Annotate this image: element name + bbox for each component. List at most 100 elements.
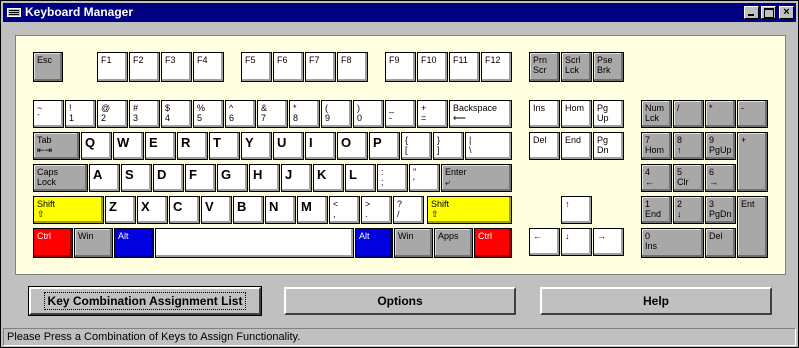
key-capslock[interactable]: Caps Lock bbox=[33, 164, 88, 192]
key-scrllck[interactable]: Scrl Lck bbox=[561, 52, 592, 82]
key-minus[interactable]: _ - bbox=[385, 100, 416, 128]
key-right-shift[interactable]: Shift ⇧ bbox=[427, 196, 512, 224]
key-numpad-5[interactable]: 5 Clr bbox=[673, 164, 704, 192]
key-r[interactable]: R bbox=[177, 132, 208, 160]
key-enter[interactable]: Enter ⤶ bbox=[441, 164, 512, 192]
key-arrow-up[interactable]: ↑ bbox=[561, 196, 592, 224]
key-right-alt[interactable]: Alt bbox=[355, 228, 393, 258]
key-slash[interactable]: ? / bbox=[393, 196, 424, 224]
key-3[interactable]: # 3 bbox=[129, 100, 160, 128]
key-numpad-6[interactable]: 6 → bbox=[705, 164, 736, 192]
key-d[interactable]: D bbox=[153, 164, 184, 192]
key-combination-assignment-list-button[interactable]: Key Combination Assignment List bbox=[28, 286, 262, 316]
maximize-button[interactable] bbox=[761, 6, 776, 19]
key-s[interactable]: S bbox=[121, 164, 152, 192]
key-backspace[interactable]: Backspace ⟵ bbox=[449, 100, 512, 128]
key-left-alt[interactable]: Alt bbox=[114, 228, 154, 258]
key-j[interactable]: J bbox=[281, 164, 312, 192]
key-0[interactable]: ) 0 bbox=[353, 100, 384, 128]
key-f12[interactable]: F12 bbox=[481, 52, 512, 82]
key-space[interactable] bbox=[155, 228, 354, 258]
key-f9[interactable]: F9 bbox=[385, 52, 416, 82]
key-backslash[interactable]: | \ bbox=[465, 132, 512, 160]
key-tilde[interactable]: ~ ` bbox=[33, 100, 64, 128]
key-end[interactable]: End bbox=[561, 132, 592, 160]
key-period[interactable]: > . bbox=[361, 196, 392, 224]
options-button[interactable]: Options bbox=[284, 287, 516, 315]
key-apps[interactable]: Apps bbox=[434, 228, 473, 258]
key-prnscr[interactable]: Prn Scr bbox=[529, 52, 560, 82]
minimize-button[interactable] bbox=[744, 6, 759, 19]
key-o[interactable]: O bbox=[337, 132, 368, 160]
key-9[interactable]: ( 9 bbox=[321, 100, 352, 128]
key-f7[interactable]: F7 bbox=[305, 52, 336, 82]
key-x[interactable]: X bbox=[137, 196, 168, 224]
key-numpad-8[interactable]: 8 ↑ bbox=[673, 132, 704, 160]
key-num-lock[interactable]: Num Lck bbox=[641, 100, 672, 128]
key-6[interactable]: ^ 6 bbox=[225, 100, 256, 128]
key-numpad-4[interactable]: 4 ← bbox=[641, 164, 672, 192]
key-1[interactable]: ! 1 bbox=[65, 100, 96, 128]
close-button[interactable]: × bbox=[779, 6, 794, 19]
key-numpad-2[interactable]: 2 ↓ bbox=[673, 196, 704, 224]
key-q[interactable]: Q bbox=[81, 132, 112, 160]
key-l[interactable]: L bbox=[345, 164, 376, 192]
key-y[interactable]: Y bbox=[241, 132, 272, 160]
key-f1[interactable]: F1 bbox=[97, 52, 128, 82]
key-page-up[interactable]: Pg Up bbox=[593, 100, 624, 128]
key-b[interactable]: B bbox=[233, 196, 264, 224]
key-f8[interactable]: F8 bbox=[337, 52, 368, 82]
key-page-down[interactable]: Pg Dn bbox=[593, 132, 624, 160]
key-4[interactable]: $ 4 bbox=[161, 100, 192, 128]
key-numpad-delete[interactable]: Del bbox=[705, 228, 736, 258]
key-left-shift[interactable]: Shift ⇧ bbox=[33, 196, 104, 224]
key-7[interactable]: & 7 bbox=[257, 100, 288, 128]
key-a[interactable]: A bbox=[89, 164, 120, 192]
key-h[interactable]: H bbox=[249, 164, 280, 192]
key-numpad-0[interactable]: 0 Ins bbox=[641, 228, 704, 258]
key-f11[interactable]: F11 bbox=[449, 52, 480, 82]
key-f5[interactable]: F5 bbox=[241, 52, 272, 82]
key-f6[interactable]: F6 bbox=[273, 52, 304, 82]
key-e[interactable]: E bbox=[145, 132, 176, 160]
key-w[interactable]: W bbox=[113, 132, 144, 160]
key-arrow-left[interactable]: ← bbox=[529, 228, 560, 256]
key-g[interactable]: G bbox=[217, 164, 248, 192]
key-left-win[interactable]: Win bbox=[74, 228, 113, 258]
key-v[interactable]: V bbox=[201, 196, 232, 224]
key-equals[interactable]: + = bbox=[417, 100, 448, 128]
key-numpad-multiply[interactable]: * bbox=[705, 100, 736, 128]
key-insert[interactable]: Ins bbox=[529, 100, 560, 128]
key-c[interactable]: C bbox=[169, 196, 200, 224]
key-quote[interactable]: " ' bbox=[409, 164, 440, 192]
key-k[interactable]: K bbox=[313, 164, 344, 192]
key-semicolon[interactable]: : ; bbox=[377, 164, 408, 192]
key-delete[interactable]: Del bbox=[529, 132, 560, 160]
title-bar[interactable]: Keyboard Manager × bbox=[3, 3, 796, 22]
key-numpad-plus[interactable]: + bbox=[737, 132, 768, 192]
key-u[interactable]: U bbox=[273, 132, 304, 160]
key-f4[interactable]: F4 bbox=[193, 52, 224, 82]
key-arrow-right[interactable]: → bbox=[593, 228, 624, 256]
key-5[interactable]: % 5 bbox=[193, 100, 224, 128]
key-2[interactable]: @ 2 bbox=[97, 100, 128, 128]
key-esc[interactable]: Esc bbox=[33, 52, 63, 82]
key-comma[interactable]: < , bbox=[329, 196, 360, 224]
key-numpad-divide[interactable]: / bbox=[673, 100, 704, 128]
key-n[interactable]: N bbox=[265, 196, 296, 224]
key-f3[interactable]: F3 bbox=[161, 52, 192, 82]
key-numpad-minus[interactable]: - bbox=[737, 100, 768, 128]
key-left-brace[interactable]: { [ bbox=[401, 132, 432, 160]
key-tab[interactable]: Tab ⇤⇥ bbox=[33, 132, 80, 160]
key-p[interactable]: P bbox=[369, 132, 400, 160]
key-f10[interactable]: F10 bbox=[417, 52, 448, 82]
key-numpad-enter[interactable]: Ent bbox=[737, 196, 768, 258]
key-numpad-1[interactable]: 1 End bbox=[641, 196, 672, 224]
key-t[interactable]: T bbox=[209, 132, 240, 160]
key-8[interactable]: * 8 bbox=[289, 100, 320, 128]
keyboard-icon[interactable] bbox=[7, 8, 21, 17]
key-z[interactable]: Z bbox=[105, 196, 136, 224]
key-f2[interactable]: F2 bbox=[129, 52, 160, 82]
help-button[interactable]: Help bbox=[540, 287, 772, 315]
key-i[interactable]: I bbox=[305, 132, 336, 160]
